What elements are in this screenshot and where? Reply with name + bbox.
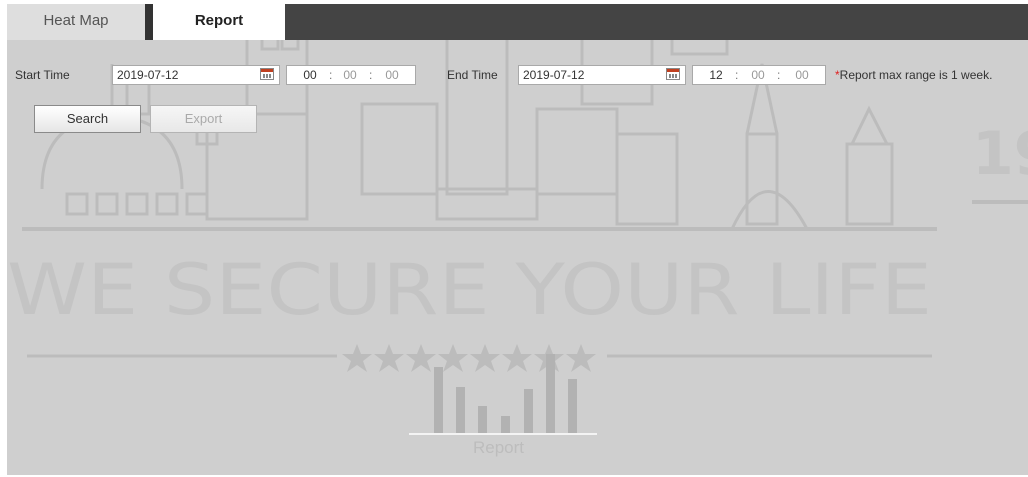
start-second-field[interactable]: 00 [381, 66, 403, 84]
end-hour-field[interactable]: 12 [705, 66, 727, 84]
start-calendar-icon[interactable] [260, 68, 274, 80]
end-second-field[interactable]: 00 [791, 66, 813, 84]
export-button[interactable]: Export [150, 105, 257, 133]
start-date-input[interactable]: 2019-07-12 [112, 65, 280, 85]
empty-state-label: Report [473, 438, 525, 457]
bar-chart-icon [409, 354, 597, 435]
end-calendar-icon[interactable] [666, 68, 680, 80]
tab-report[interactable]: Report [153, 4, 285, 40]
search-button[interactable]: Search [34, 105, 141, 133]
range-note-text: Report max range is 1 week. [839, 68, 993, 82]
time-separator: : [735, 68, 739, 82]
tab-bar: Heat Map Report [7, 4, 1028, 40]
start-minute-field[interactable]: 00 [339, 66, 361, 84]
end-date-input[interactable]: 2019-07-12 [518, 65, 686, 85]
end-date-value: 2019-07-12 [523, 68, 585, 82]
time-separator: : [777, 68, 781, 82]
end-time-label: End Time [447, 68, 498, 82]
report-panel: WE SECURE YOUR LIFE 19 Heat Map Report S… [7, 4, 1028, 475]
range-note: *Report max range is 1 week. [835, 65, 992, 85]
end-time-input[interactable]: 12 : 00 : 00 [692, 65, 826, 85]
slogan-text: WE SECURE YOUR LIFE [7, 249, 932, 331]
end-minute-field[interactable]: 00 [747, 66, 769, 84]
start-date-value: 2019-07-12 [117, 68, 179, 82]
start-time-label: Start Time [15, 68, 70, 82]
time-separator: : [369, 68, 373, 82]
side-numeral: 19 [972, 119, 1028, 189]
start-time-input[interactable]: 00 : 00 : 00 [286, 65, 416, 85]
start-hour-field[interactable]: 00 [299, 66, 321, 84]
tab-heat-map[interactable]: Heat Map [7, 4, 145, 40]
time-separator: : [329, 68, 333, 82]
tab-divider [145, 4, 153, 40]
